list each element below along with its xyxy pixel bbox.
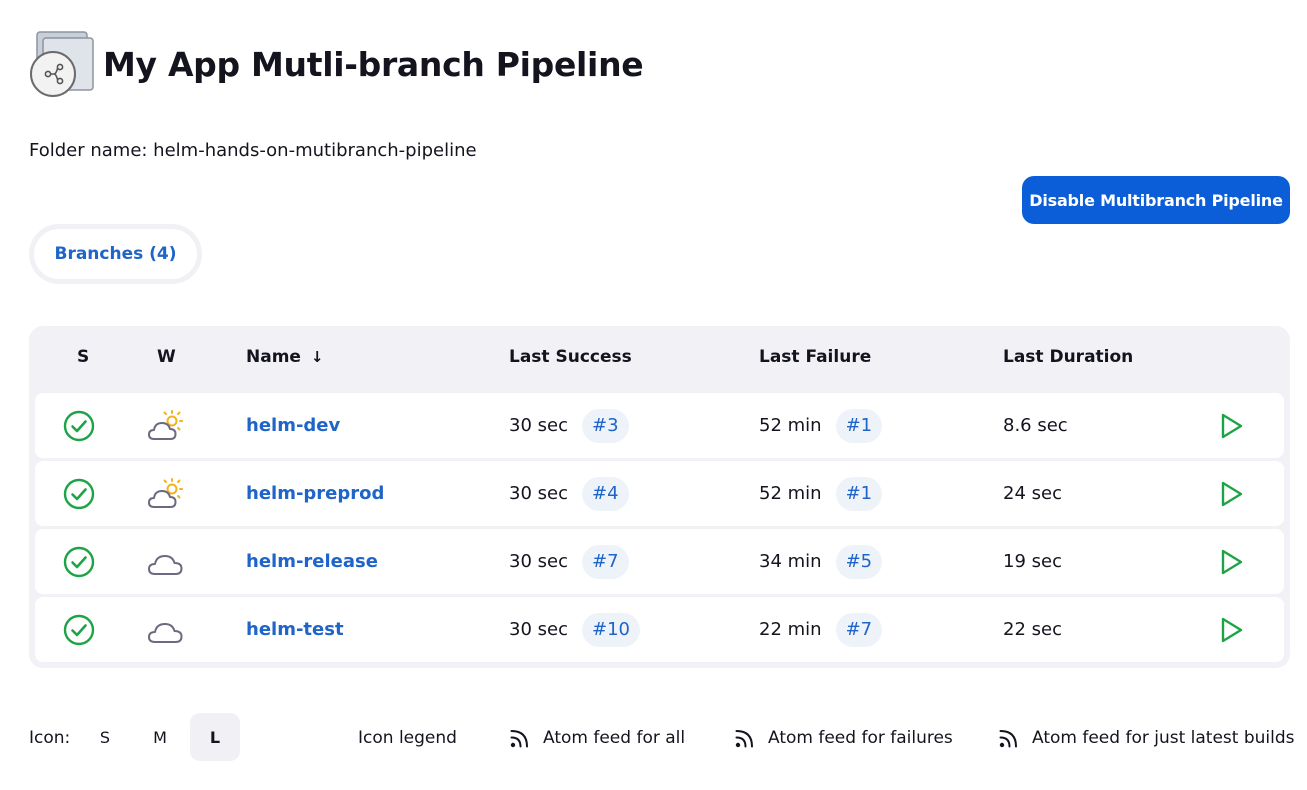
atom-feed-failures-link[interactable]: Atom feed for failures: [734, 713, 953, 763]
partly-sunny-icon: [147, 461, 185, 526]
page-header: My App Mutli-branch Pipeline: [29, 30, 644, 98]
play-icon[interactable]: [1219, 529, 1245, 594]
last-success-time: 30 sec: [509, 619, 568, 640]
success-check-icon: [63, 461, 95, 526]
last-failure-build-link[interactable]: #1: [835, 408, 883, 443]
table-row: helm-test 30 sec #10 22 min #7 22 sec: [35, 597, 1284, 662]
play-icon[interactable]: [1219, 461, 1245, 526]
last-duration: 19 sec: [1003, 551, 1062, 572]
last-failure-build-link[interactable]: #1: [835, 476, 883, 511]
rss-icon: [999, 730, 1017, 748]
partly-sunny-icon: [147, 393, 185, 458]
branch-link[interactable]: helm-dev: [246, 415, 340, 436]
table-row: helm-dev 30 sec #3 52 min #1 8.6 sec: [35, 393, 1284, 458]
icon-size-m-button[interactable]: M: [135, 713, 185, 761]
column-header-status[interactable]: S: [77, 347, 89, 367]
folder-name-text: Folder name: helm-hands-on-mutibranch-pi…: [29, 140, 477, 161]
branches-table: S W Name ↓ Last Success Last Failure Las…: [29, 326, 1290, 668]
column-header-weather[interactable]: W: [157, 347, 176, 367]
last-success-time: 30 sec: [509, 551, 568, 572]
last-failure-time: 22 min: [759, 619, 822, 640]
play-icon[interactable]: [1219, 393, 1245, 458]
column-header-last-success[interactable]: Last Success: [509, 347, 632, 367]
last-failure-build-link[interactable]: #7: [835, 612, 883, 647]
last-duration: 22 sec: [1003, 619, 1062, 640]
icon-size-label: Icon:: [29, 728, 71, 748]
rss-icon: [735, 730, 753, 748]
icon-size-l-button[interactable]: L: [190, 713, 240, 761]
folder-multibranch-icon: [29, 30, 95, 98]
last-failure-time: 34 min: [759, 551, 822, 572]
last-success-time: 30 sec: [509, 483, 568, 504]
table-row: helm-release 30 sec #7 34 min #5 19 sec: [35, 529, 1284, 594]
cloudy-icon: [147, 529, 185, 594]
play-icon[interactable]: [1219, 597, 1245, 662]
success-check-icon: [63, 529, 95, 594]
last-duration: 8.6 sec: [1003, 415, 1068, 436]
column-header-last-failure[interactable]: Last Failure: [759, 347, 871, 367]
atom-feed-latest-label: Atom feed for just latest builds: [1032, 728, 1295, 748]
table-row: helm-preprod 30 sec #4 52 min #1 24 sec: [35, 461, 1284, 526]
icon-size-s-button[interactable]: S: [80, 713, 130, 761]
branch-link[interactable]: helm-test: [246, 619, 344, 640]
last-success-build-link[interactable]: #10: [581, 612, 640, 647]
rss-icon: [510, 730, 528, 748]
tab-bar: Branches (4): [29, 224, 202, 284]
last-success-build-link[interactable]: #3: [581, 408, 629, 443]
column-header-last-duration[interactable]: Last Duration: [1003, 347, 1133, 367]
column-header-name[interactable]: Name ↓: [246, 347, 323, 367]
success-check-icon: [63, 597, 95, 662]
sort-down-icon: ↓: [310, 348, 324, 366]
branch-link[interactable]: helm-preprod: [246, 483, 384, 504]
column-header-name-label: Name: [246, 347, 301, 367]
atom-feed-all-label: Atom feed for all: [543, 728, 686, 748]
last-success-time: 30 sec: [509, 415, 568, 436]
atom-feed-all-link[interactable]: Atom feed for all: [509, 713, 685, 763]
atom-feed-failures-label: Atom feed for failures: [768, 728, 953, 748]
tab-branches[interactable]: Branches (4): [34, 229, 197, 279]
last-failure-build-link[interactable]: #5: [835, 544, 883, 579]
disable-multibranch-button[interactable]: Disable Multibranch Pipeline: [1022, 176, 1290, 224]
last-duration: 24 sec: [1003, 483, 1062, 504]
last-success-build-link[interactable]: #4: [581, 476, 629, 511]
footer-bar: Icon: S M L Icon legend Atom feed for al…: [0, 713, 1307, 763]
page-title: My App Mutli-branch Pipeline: [103, 44, 644, 84]
last-failure-time: 52 min: [759, 415, 822, 436]
last-success-build-link[interactable]: #7: [581, 544, 629, 579]
branch-link[interactable]: helm-release: [246, 551, 378, 572]
icon-legend-link[interactable]: Icon legend: [358, 713, 457, 763]
atom-feed-latest-link[interactable]: Atom feed for just latest builds: [998, 713, 1295, 763]
success-check-icon: [63, 393, 95, 458]
cloudy-icon: [147, 597, 185, 662]
last-failure-time: 52 min: [759, 483, 822, 504]
